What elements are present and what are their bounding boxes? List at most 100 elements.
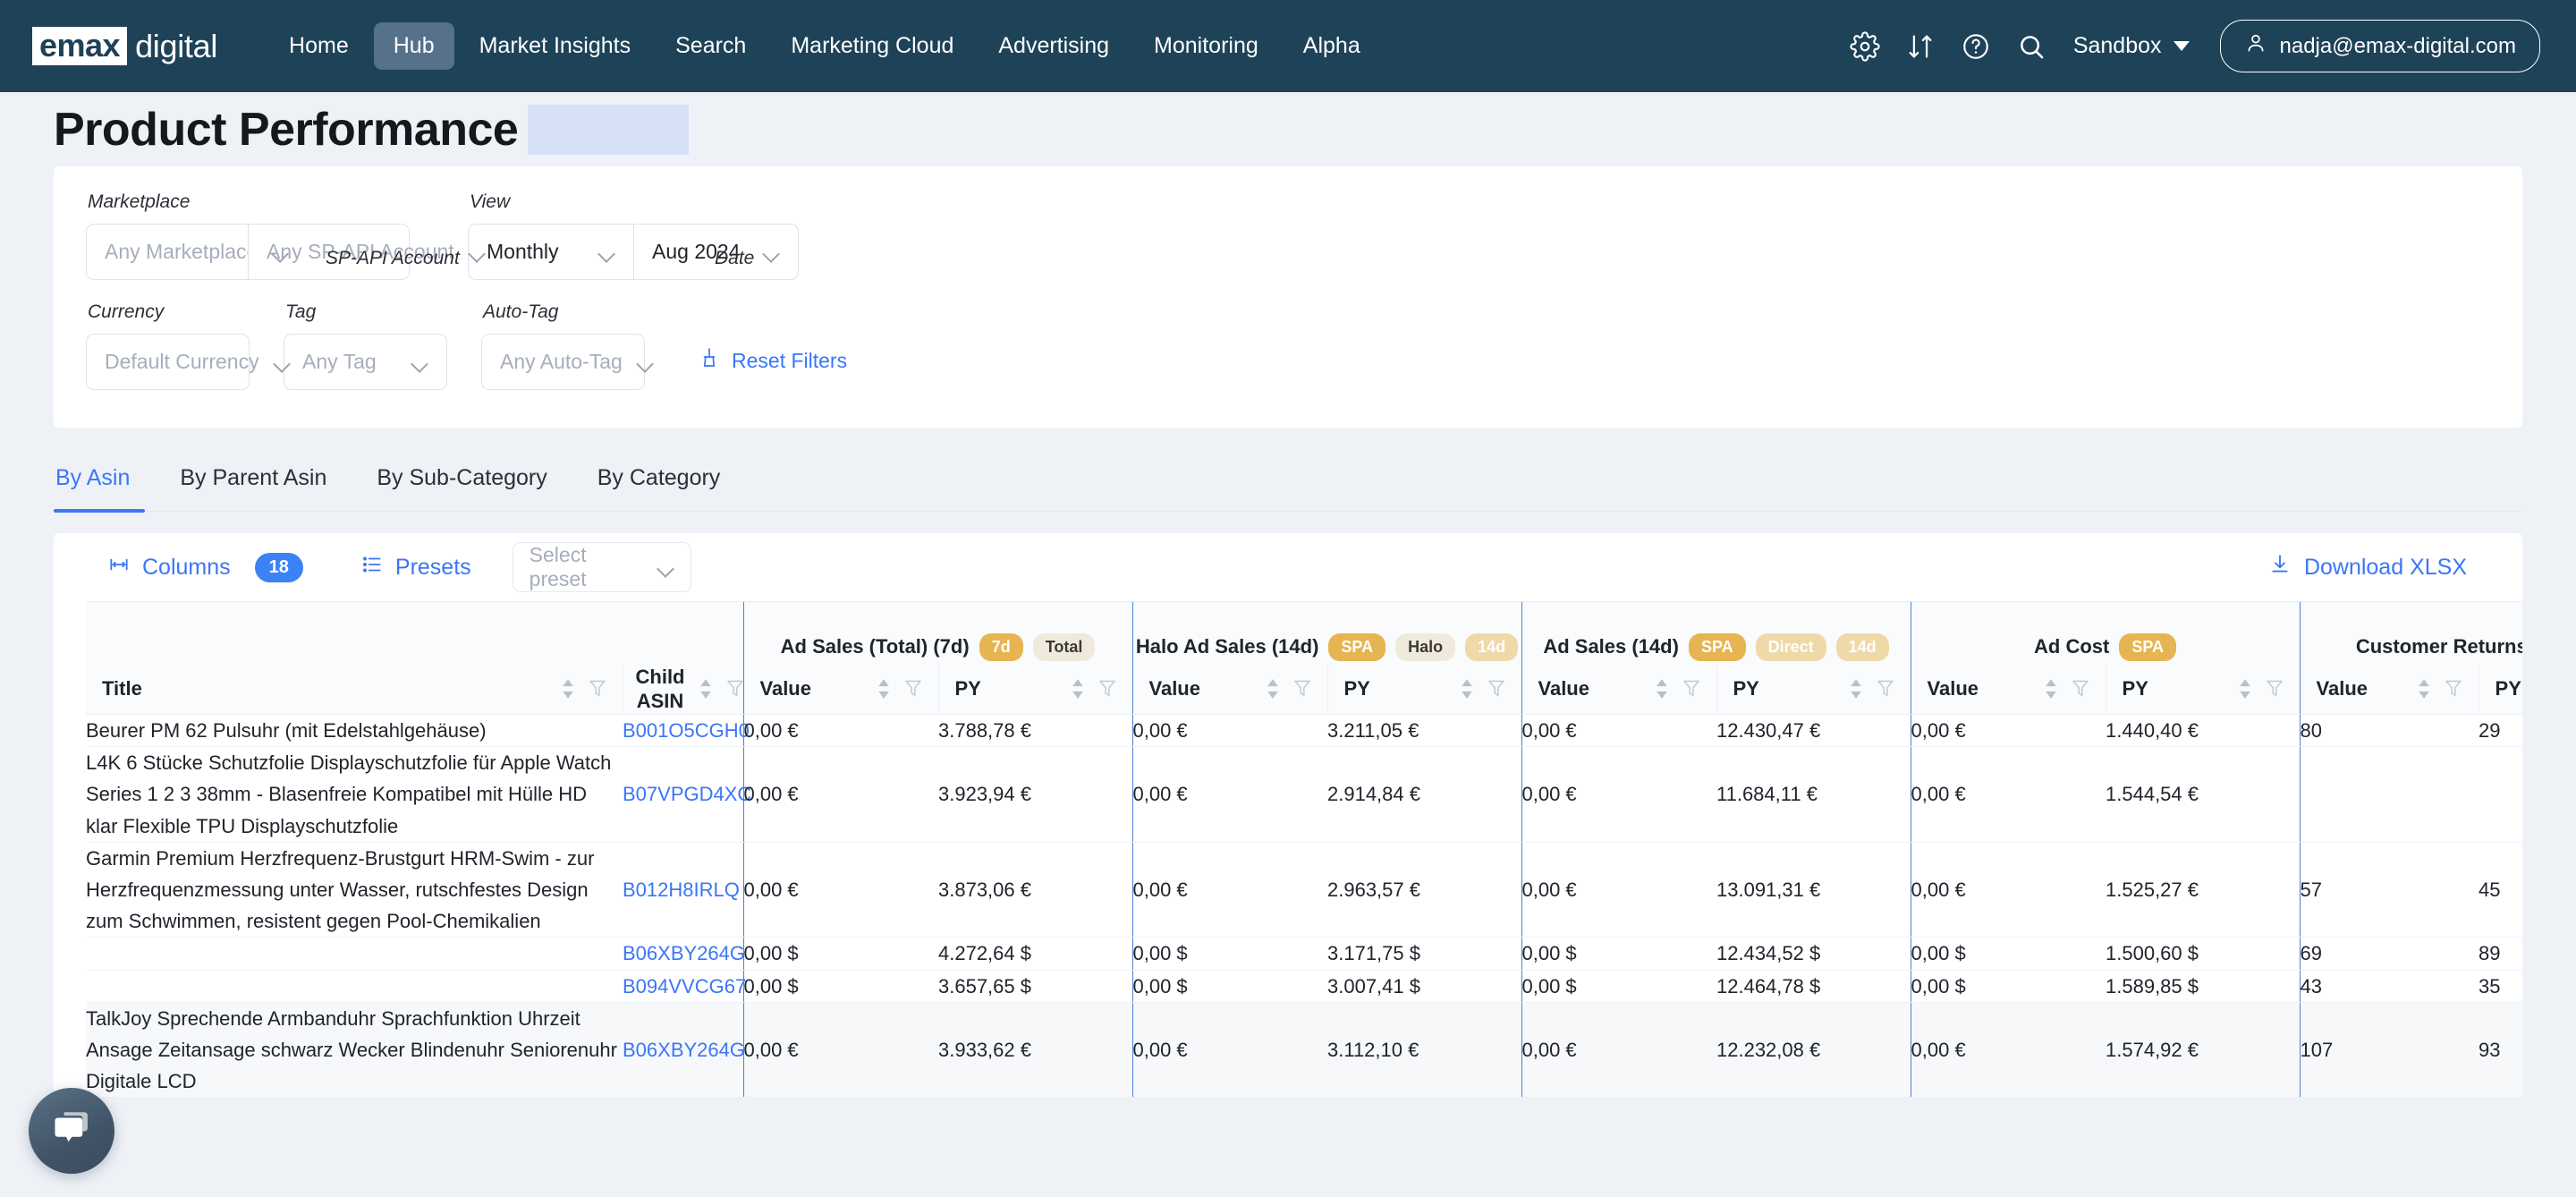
sort-icon[interactable] (1654, 677, 1670, 700)
filter-icon[interactable] (1098, 679, 1116, 699)
user-account-pill[interactable]: nadja@emax-digital.com (2219, 20, 2540, 72)
column-header-child-asin[interactable]: Child ASIN (622, 664, 744, 715)
table-row[interactable]: Garmin Premium Herzfrequenz-Brustgurt HR… (86, 842, 2522, 938)
cell-customer-returns-py: 45 (2479, 842, 2522, 938)
autotag-select[interactable]: Any Auto-Tag (481, 334, 645, 390)
table-row[interactable]: B094VVCG67 0,00 $ 3.657,65 $ 0,00 $ 3.00… (86, 970, 2522, 1003)
nav-item-hub[interactable]: Hub (373, 22, 454, 70)
column-header-title[interactable]: Title (86, 664, 623, 715)
presets-button[interactable]: Presets (360, 553, 471, 582)
column-header-ad-sales-14d-value[interactable]: Value (1521, 664, 1716, 715)
filter-icon[interactable] (1877, 679, 1894, 699)
marketplace-label: Marketplace (88, 191, 191, 212)
cell-halo-ad-sales-14d-py: 2.914,84 € (1327, 746, 1521, 843)
help-circle-icon[interactable] (1961, 31, 1991, 62)
cell-ad-sales-total-7d-py: 3.788,78 € (938, 714, 1132, 748)
tab-by-parent-asin[interactable]: By Parent Asin (178, 462, 328, 511)
emax-digital-logo[interactable]: emax digital (32, 27, 217, 65)
cell-ad-cost-py: 1.589,85 $ (2106, 970, 2301, 1003)
filter-icon[interactable] (1487, 679, 1505, 699)
nav-item-marketing-cloud[interactable]: Marketing Cloud (771, 22, 973, 70)
sort-icon[interactable] (698, 677, 714, 700)
column-header-halo-ad-sales-14d-py[interactable]: PY (1326, 664, 1521, 715)
cell-child-asin[interactable]: B094VVCG67 (623, 970, 746, 1003)
cell-halo-ad-sales-14d-value: 0,00 $ (1131, 937, 1327, 971)
sub-label-py: PY (2495, 677, 2521, 700)
nav-item-advertising[interactable]: Advertising (979, 22, 1129, 70)
sort-icon[interactable] (2416, 677, 2432, 700)
cell-child-asin[interactable]: B06XBY264G (623, 937, 745, 971)
marketplace-select[interactable]: Any Marketplace (86, 224, 258, 280)
environment-selector[interactable]: Sandbox (2073, 33, 2190, 59)
sort-icon[interactable] (876, 677, 892, 700)
column-header-ad-sales-total-7d-value[interactable]: Value (742, 664, 938, 715)
preset-select[interactable]: Select preset (512, 542, 691, 592)
column-header-ad-cost-py[interactable]: PY (2105, 664, 2301, 715)
download-xlsx-button[interactable]: Download XLSX (2268, 553, 2487, 582)
sort-filter-controls (2237, 677, 2284, 700)
filter-row-secondary: Currency Default Currency Tag Any Tag Au… (86, 301, 2490, 390)
search-icon[interactable] (2016, 31, 2046, 62)
sort-icon[interactable] (2237, 677, 2253, 700)
filter-icon[interactable] (2266, 679, 2284, 699)
tab-by-category[interactable]: By Category (596, 462, 723, 511)
cell-child-asin[interactable]: B06XBY264G (623, 1002, 745, 1099)
nav-item-alpha[interactable]: Alpha (1284, 22, 1380, 70)
view-label: View (470, 191, 511, 212)
sort-arrows-icon[interactable] (1905, 31, 1936, 62)
filter-icon[interactable] (904, 679, 922, 699)
cell-title: Garmin Premium Herzfrequenz-Brustgurt HR… (86, 842, 623, 938)
filter-icon[interactable] (1682, 679, 1700, 699)
cell-child-asin[interactable]: B012H8IRLQ (623, 842, 743, 938)
nav-item-monitoring[interactable]: Monitoring (1134, 22, 1278, 70)
filter-icon[interactable] (726, 679, 744, 699)
columns-count-badge: 18 (254, 552, 303, 582)
tab-by-asin[interactable]: By Asin (54, 462, 131, 511)
reset-filters-button[interactable]: Reset Filters (699, 347, 847, 374)
presets-label: Presets (394, 554, 471, 580)
table-row[interactable]: Beurer PM 62 Pulsuhr (mit Edelstahlgehäu… (86, 714, 2522, 748)
column-header-ad-sales-14d-py[interactable]: PY (1716, 664, 1911, 715)
sort-icon[interactable] (1459, 677, 1475, 700)
table-row[interactable]: B06XBY264G 0,00 $ 4.272,64 $ 0,00 $ 3.17… (86, 937, 2522, 971)
cell-customer-returns-value: 69 (2299, 937, 2479, 971)
cell-ad-cost-value: 0,00 $ (1910, 937, 2106, 971)
cell-child-asin[interactable]: B07VPGD4XC (623, 746, 751, 843)
column-header-customer-returns-py[interactable]: PY (2478, 664, 2522, 715)
cell-halo-ad-sales-14d-py: 3.112,10 € (1327, 1002, 1521, 1099)
sort-icon[interactable] (1265, 677, 1281, 700)
filter-icon[interactable] (1293, 679, 1311, 699)
filter-icon[interactable] (589, 679, 606, 699)
table-row[interactable]: TalkJoy Sprechende Armbanduhr Sprachfunk… (86, 1002, 2522, 1099)
nav-item-search[interactable]: Search (656, 22, 766, 70)
sort-icon[interactable] (1848, 677, 1864, 700)
cell-ad-sales-total-7d-value: 0,00 € (742, 1002, 938, 1099)
filter-icon[interactable] (2072, 679, 2089, 699)
tag-value: Any Tag (302, 350, 377, 373)
table-scroll-region[interactable]: Ad Sales (Total) (7d) 7d Total Halo Ad S… (54, 601, 2522, 1099)
filter-icon[interactable] (2445, 679, 2462, 699)
sort-icon[interactable] (560, 677, 576, 700)
column-header-customer-returns-value[interactable]: Value (2299, 664, 2479, 715)
table-row[interactable]: L4K 6 Stücke Schutzfolie Displayschutzfo… (86, 746, 2522, 843)
view-select[interactable]: Monthly (468, 224, 633, 280)
column-header-halo-ad-sales-14d-value[interactable]: Value (1131, 664, 1327, 715)
cell-ad-cost-value: 0,00 $ (1910, 970, 2106, 1003)
sort-icon[interactable] (1070, 677, 1086, 700)
nav-item-market-insights[interactable]: Market Insights (460, 22, 651, 70)
nav-item-home[interactable]: Home (269, 22, 369, 70)
chat-widget-button[interactable] (29, 1088, 114, 1174)
currency-select[interactable]: Default Currency (86, 334, 259, 390)
cell-customer-returns-py (2479, 746, 2522, 843)
tag-select[interactable]: Any Tag (284, 334, 447, 390)
gear-icon[interactable] (1850, 30, 1880, 62)
cell-ad-sales-14d-py: 12.434,52 $ (1716, 937, 1911, 971)
sort-icon[interactable] (2043, 677, 2059, 700)
tab-by-sub-category[interactable]: By Sub-Category (375, 462, 548, 511)
cell-child-asin[interactable]: B001O5CGH0 (623, 714, 750, 748)
chevron-down-icon (470, 248, 486, 257)
sort-filter-controls (1459, 677, 1505, 700)
column-header-ad-sales-total-7d-py[interactable]: PY (937, 664, 1132, 715)
columns-button[interactable]: Columns 18 (107, 552, 303, 582)
column-header-ad-cost-value[interactable]: Value (1910, 664, 2106, 715)
